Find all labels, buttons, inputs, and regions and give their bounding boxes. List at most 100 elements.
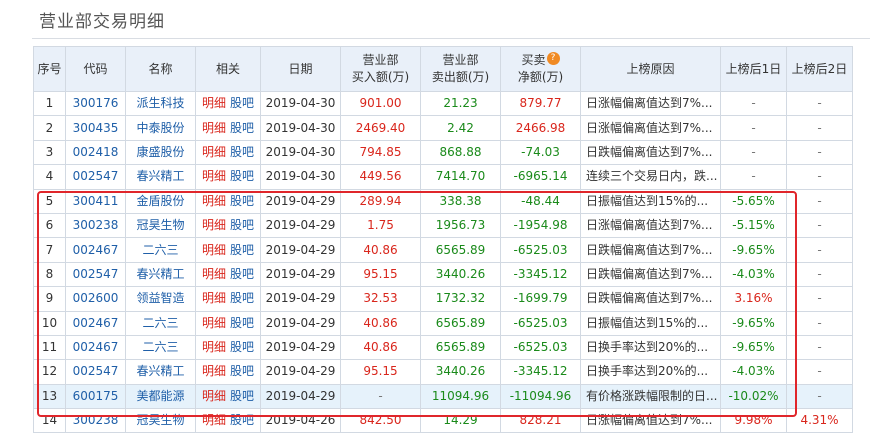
col-header-date[interactable]: 日期	[260, 46, 341, 92]
cell-reason[interactable]: 日涨幅偏离值达到7%...	[580, 212, 721, 239]
cell-reason[interactable]: 日涨幅偏离值达到7%...	[580, 90, 721, 117]
cell-reason[interactable]: 日振幅值达到15%的...	[580, 310, 721, 336]
col-header-name[interactable]: 名称	[125, 46, 196, 92]
cell-code-link[interactable]: 300238	[65, 408, 126, 434]
detail-link[interactable]: 明细	[202, 267, 226, 281]
cell-name-link[interactable]: 冠昊生物	[125, 212, 196, 239]
forum-link[interactable]: 股吧	[230, 121, 254, 135]
cell-reason[interactable]: 日跌幅偏离值达到7%...	[580, 237, 721, 263]
cell-related: 明细 股吧	[195, 408, 261, 434]
cell-code-link[interactable]: 300238	[65, 212, 126, 239]
forum-link[interactable]: 股吧	[230, 267, 254, 281]
col-header-index[interactable]: 序号	[33, 46, 66, 92]
forum-link[interactable]: 股吧	[230, 218, 254, 232]
cell-name-link[interactable]: 领益智造	[125, 286, 196, 312]
forum-link[interactable]: 股吧	[230, 364, 254, 378]
col-header-after2[interactable]: 上榜后2日	[786, 46, 853, 92]
cell-code-link[interactable]: 002467	[65, 237, 126, 263]
detail-link[interactable]: 明细	[202, 291, 226, 305]
cell-reason[interactable]: 日跌幅偏离值达到7%...	[580, 286, 721, 312]
detail-link[interactable]: 明细	[202, 194, 226, 208]
cell-reason[interactable]: 日涨幅偏离值达到7%...	[580, 115, 721, 141]
detail-link[interactable]: 明细	[202, 364, 226, 378]
forum-link[interactable]: 股吧	[230, 96, 254, 110]
cell-buy: 1.75	[340, 212, 421, 239]
cell-code-link[interactable]: 300435	[65, 115, 126, 141]
hot-question-icon[interactable]: ?	[546, 52, 560, 65]
cell-related: 明细 股吧	[195, 115, 261, 141]
cell-after1: -9.65%	[720, 310, 787, 336]
forum-link[interactable]: 股吧	[230, 389, 254, 403]
col-header-net[interactable]: 买卖? 净额(万)	[500, 46, 581, 92]
cell-name-link[interactable]: 二六三	[125, 310, 196, 336]
col-header-sell[interactable]: 营业部 卖出额(万)	[420, 46, 501, 92]
detail-link[interactable]: 明细	[202, 96, 226, 110]
table-header-row: 序号 代码 名称 相关 日期 营业部 买入额(万) 营业部 卖出额(万) 买卖? 净额…	[33, 46, 853, 92]
detail-link[interactable]: 明细	[202, 145, 226, 159]
cell-name-link[interactable]: 春兴精工	[125, 261, 196, 288]
cell-reason[interactable]: 日换手率达到20%的...	[580, 334, 721, 361]
cell-code-link[interactable]: 002547	[65, 261, 126, 288]
cell-sell: 3440.26	[420, 261, 501, 288]
detail-link[interactable]: 明细	[202, 316, 226, 330]
cell-date: 2019-04-29	[260, 261, 341, 288]
cell-code-link[interactable]: 600175	[65, 383, 126, 410]
forum-link[interactable]: 股吧	[230, 316, 254, 330]
cell-after2: 4.31%	[786, 408, 853, 434]
cell-code-link[interactable]: 002600	[65, 286, 126, 312]
cell-buy: 794.85	[340, 139, 421, 166]
cell-related: 明细 股吧	[195, 359, 261, 385]
detail-link[interactable]: 明细	[202, 169, 226, 183]
cell-code-link[interactable]: 300176	[65, 90, 126, 117]
cell-reason[interactable]: 日振幅值达到15%的...	[580, 188, 721, 214]
cell-name-link[interactable]: 康盛股份	[125, 139, 196, 166]
cell-name-link[interactable]: 春兴精工	[125, 164, 196, 190]
cell-name-link[interactable]: 冠昊生物	[125, 408, 196, 434]
cell-name-link[interactable]: 二六三	[125, 334, 196, 361]
cell-code-link[interactable]: 002467	[65, 310, 126, 336]
cell-name-link[interactable]: 春兴精工	[125, 359, 196, 385]
cell-reason[interactable]: 日换手率达到20%的...	[580, 359, 721, 385]
cell-net: -3345.12	[500, 261, 581, 288]
cell-reason[interactable]: 连续三个交易日内，跌...	[580, 164, 721, 190]
cell-reason[interactable]: 日涨幅偏离值达到7%...	[580, 408, 721, 434]
cell-name-link[interactable]: 中泰股份	[125, 115, 196, 141]
cell-reason[interactable]: 有价格涨跌幅限制的日...	[580, 383, 721, 410]
cell-related: 明细 股吧	[195, 261, 261, 288]
col-header-buy[interactable]: 营业部 买入额(万)	[340, 46, 421, 92]
col-header-after1[interactable]: 上榜后1日	[720, 46, 787, 92]
cell-name-link[interactable]: 美都能源	[125, 383, 196, 410]
col-header-related[interactable]: 相关	[195, 46, 261, 92]
cell-net: 2466.98	[500, 115, 581, 141]
forum-link[interactable]: 股吧	[230, 291, 254, 305]
cell-after2: -	[786, 286, 853, 312]
forum-link[interactable]: 股吧	[230, 413, 254, 427]
forum-link[interactable]: 股吧	[230, 194, 254, 208]
cell-name-link[interactable]: 金盾股份	[125, 188, 196, 214]
col-header-code[interactable]: 代码	[65, 46, 126, 92]
cell-reason[interactable]: 日跌幅偏离值达到7%...	[580, 139, 721, 166]
forum-link[interactable]: 股吧	[230, 243, 254, 257]
cell-net: -1699.79	[500, 286, 581, 312]
cell-reason[interactable]: 日跌幅偏离值达到7%...	[580, 261, 721, 288]
detail-link[interactable]: 明细	[202, 218, 226, 232]
table-row: 7 002467 二六三 明细 股吧 2019-04-29 40.86 6565.89 -652…	[33, 237, 853, 263]
cell-name-link[interactable]: 派生科技	[125, 90, 196, 117]
detail-link[interactable]: 明细	[202, 243, 226, 257]
detail-link[interactable]: 明细	[202, 413, 226, 427]
detail-link[interactable]: 明细	[202, 389, 226, 403]
cell-code-link[interactable]: 002547	[65, 164, 126, 190]
forum-link[interactable]: 股吧	[230, 340, 254, 354]
detail-link[interactable]: 明细	[202, 340, 226, 354]
detail-link[interactable]: 明细	[202, 121, 226, 135]
forum-link[interactable]: 股吧	[230, 145, 254, 159]
cell-net: 828.21	[500, 408, 581, 434]
cell-name-link[interactable]: 二六三	[125, 237, 196, 263]
cell-code-link[interactable]: 002418	[65, 139, 126, 166]
cell-code-link[interactable]: 300411	[65, 188, 126, 214]
cell-code-link[interactable]: 002467	[65, 334, 126, 361]
forum-link[interactable]: 股吧	[230, 169, 254, 183]
col-header-reason[interactable]: 上榜原因	[580, 46, 721, 92]
cell-code-link[interactable]: 002547	[65, 359, 126, 385]
cell-after1: -	[720, 139, 787, 166]
